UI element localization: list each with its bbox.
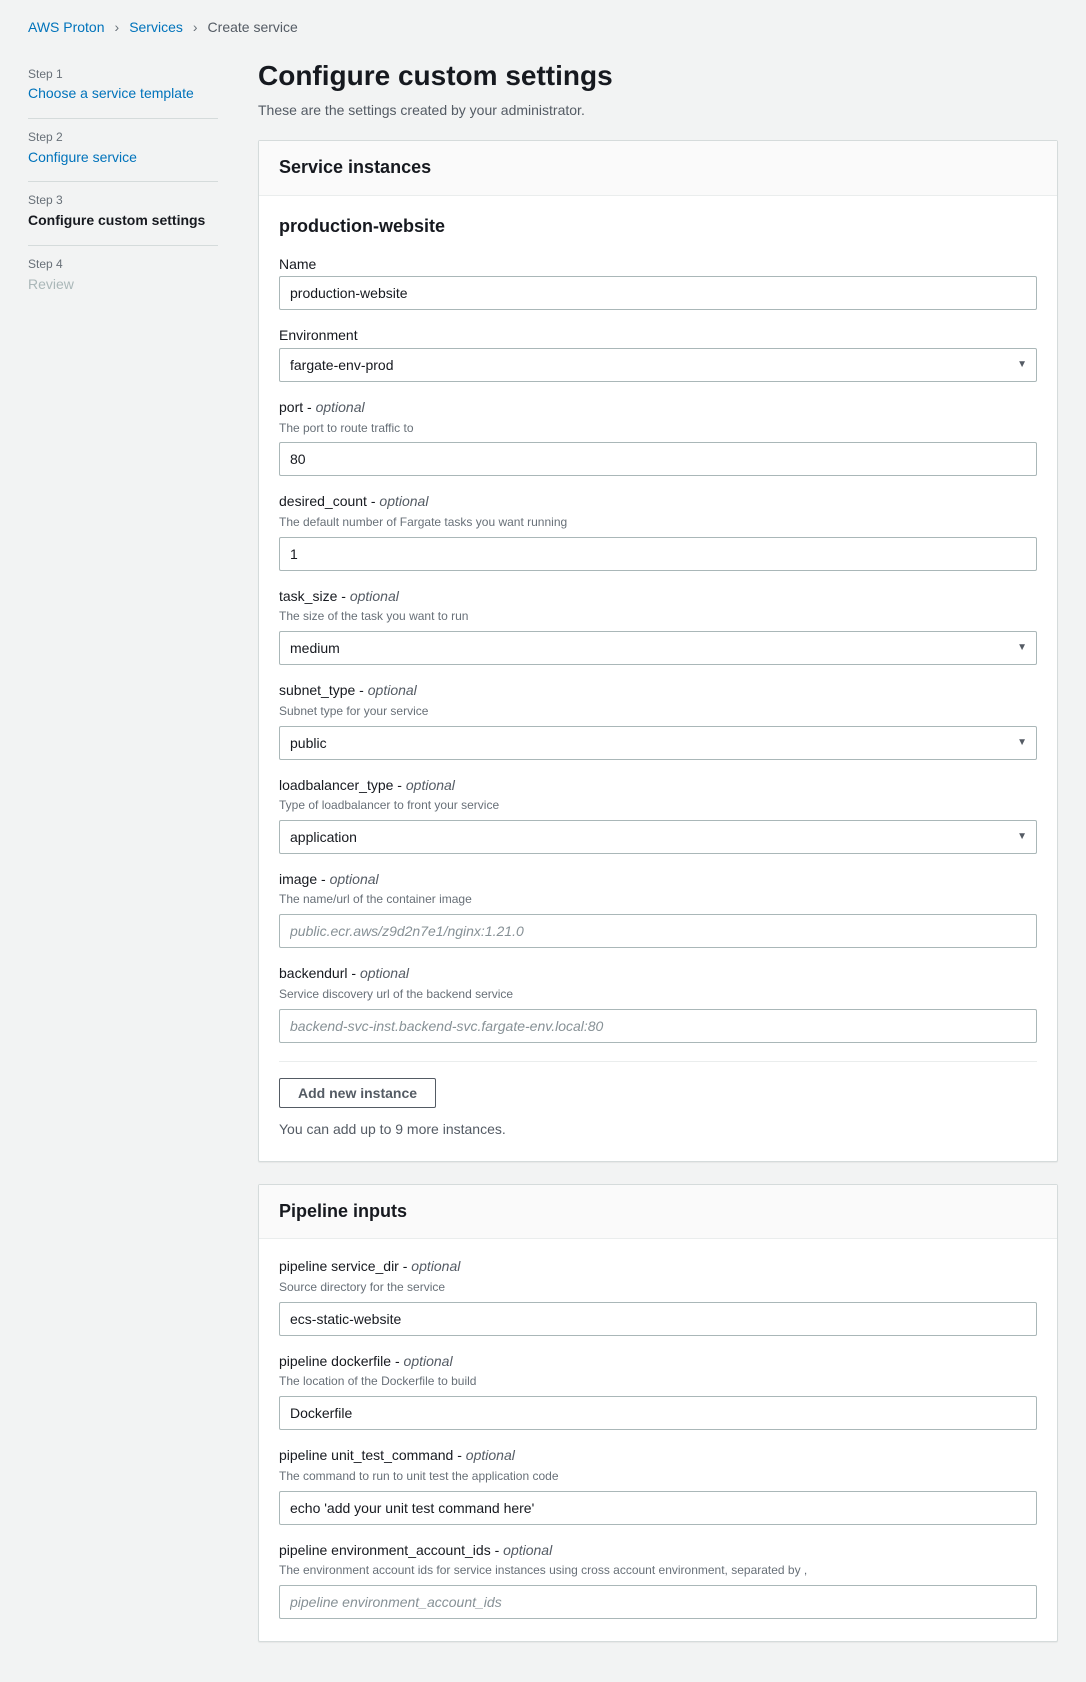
step-number: Step 2: [28, 129, 218, 146]
service-dir-input[interactable]: [279, 1302, 1037, 1336]
step-title: Review: [28, 275, 218, 295]
instance-title: production-website: [279, 214, 1037, 239]
task-size-select[interactable]: medium: [279, 631, 1037, 665]
env-account-ids-label: pipeline environment_account_ids - optio…: [279, 1541, 1037, 1561]
desired-count-hint: The default number of Fargate tasks you …: [279, 514, 1037, 531]
wizard-steps: Step 1 Choose a service template Step 2 …: [28, 56, 218, 1664]
chevron-right-icon: ›: [193, 18, 198, 38]
step-number: Step 3: [28, 192, 218, 209]
backendurl-label: backendurl - optional: [279, 964, 1037, 984]
step-title: Choose a service template: [28, 84, 218, 104]
task-size-hint: The size of the task you want to run: [279, 608, 1037, 625]
unit-test-command-hint: The command to run to unit test the appl…: [279, 1468, 1037, 1485]
env-account-ids-hint: The environment account ids for service …: [279, 1562, 1037, 1579]
chevron-right-icon: ›: [115, 18, 120, 38]
subnet-type-hint: Subnet type for your service: [279, 703, 1037, 720]
page-title: Configure custom settings: [258, 56, 1058, 95]
step-number: Step 4: [28, 256, 218, 273]
environment-select[interactable]: fargate-env-prod: [279, 348, 1037, 382]
loadbalancer-type-hint: Type of loadbalancer to front your servi…: [279, 797, 1037, 814]
env-account-ids-input[interactable]: [279, 1585, 1037, 1619]
step-2[interactable]: Step 2 Configure service: [28, 119, 218, 182]
dockerfile-input[interactable]: [279, 1396, 1037, 1430]
environment-label: Environment: [279, 326, 1037, 346]
divider: [279, 1061, 1037, 1062]
name-input[interactable]: [279, 276, 1037, 310]
loadbalancer-type-select[interactable]: application: [279, 820, 1037, 854]
port-label: port - optional: [279, 398, 1037, 418]
unit-test-command-label: pipeline unit_test_command - optional: [279, 1446, 1037, 1466]
service-instances-panel: Service instances production-website Nam…: [258, 140, 1058, 1162]
step-number: Step 1: [28, 66, 218, 83]
step-4: Step 4 Review: [28, 246, 218, 308]
task-size-label: task_size - optional: [279, 587, 1037, 607]
pipeline-inputs-panel: Pipeline inputs pipeline service_dir - o…: [258, 1184, 1058, 1642]
step-1[interactable]: Step 1 Choose a service template: [28, 56, 218, 119]
breadcrumb-aws-proton[interactable]: AWS Proton: [28, 18, 105, 38]
dockerfile-hint: The location of the Dockerfile to build: [279, 1373, 1037, 1390]
name-label: Name: [279, 255, 1037, 275]
desired-count-label: desired_count - optional: [279, 492, 1037, 512]
subnet-type-label: subnet_type - optional: [279, 681, 1037, 701]
loadbalancer-type-label: loadbalancer_type - optional: [279, 776, 1037, 796]
panel-title: Pipeline inputs: [259, 1185, 1057, 1239]
service-dir-label: pipeline service_dir - optional: [279, 1257, 1037, 1277]
service-dir-hint: Source directory for the service: [279, 1279, 1037, 1296]
desired-count-input[interactable]: [279, 537, 1037, 571]
step-title: Configure service: [28, 148, 218, 168]
add-instance-note: You can add up to 9 more instances.: [279, 1120, 1037, 1140]
panel-title: Service instances: [259, 141, 1057, 195]
step-3: Step 3 Configure custom settings: [28, 182, 218, 245]
port-hint: The port to route traffic to: [279, 420, 1037, 437]
step-title: Configure custom settings: [28, 211, 218, 231]
page-subtitle: These are the settings created by your a…: [258, 101, 1058, 121]
backendurl-hint: Service discovery url of the backend ser…: [279, 986, 1037, 1003]
image-label: image - optional: [279, 870, 1037, 890]
breadcrumb-services[interactable]: Services: [129, 18, 183, 38]
port-input[interactable]: [279, 442, 1037, 476]
breadcrumb: AWS Proton › Services › Create service: [28, 18, 1058, 38]
backendurl-input[interactable]: [279, 1009, 1037, 1043]
breadcrumb-current: Create service: [208, 18, 298, 38]
subnet-type-select[interactable]: public: [279, 726, 1037, 760]
image-hint: The name/url of the container image: [279, 891, 1037, 908]
unit-test-command-input[interactable]: [279, 1491, 1037, 1525]
dockerfile-label: pipeline dockerfile - optional: [279, 1352, 1037, 1372]
add-new-instance-button[interactable]: Add new instance: [279, 1078, 436, 1108]
image-input[interactable]: [279, 914, 1037, 948]
